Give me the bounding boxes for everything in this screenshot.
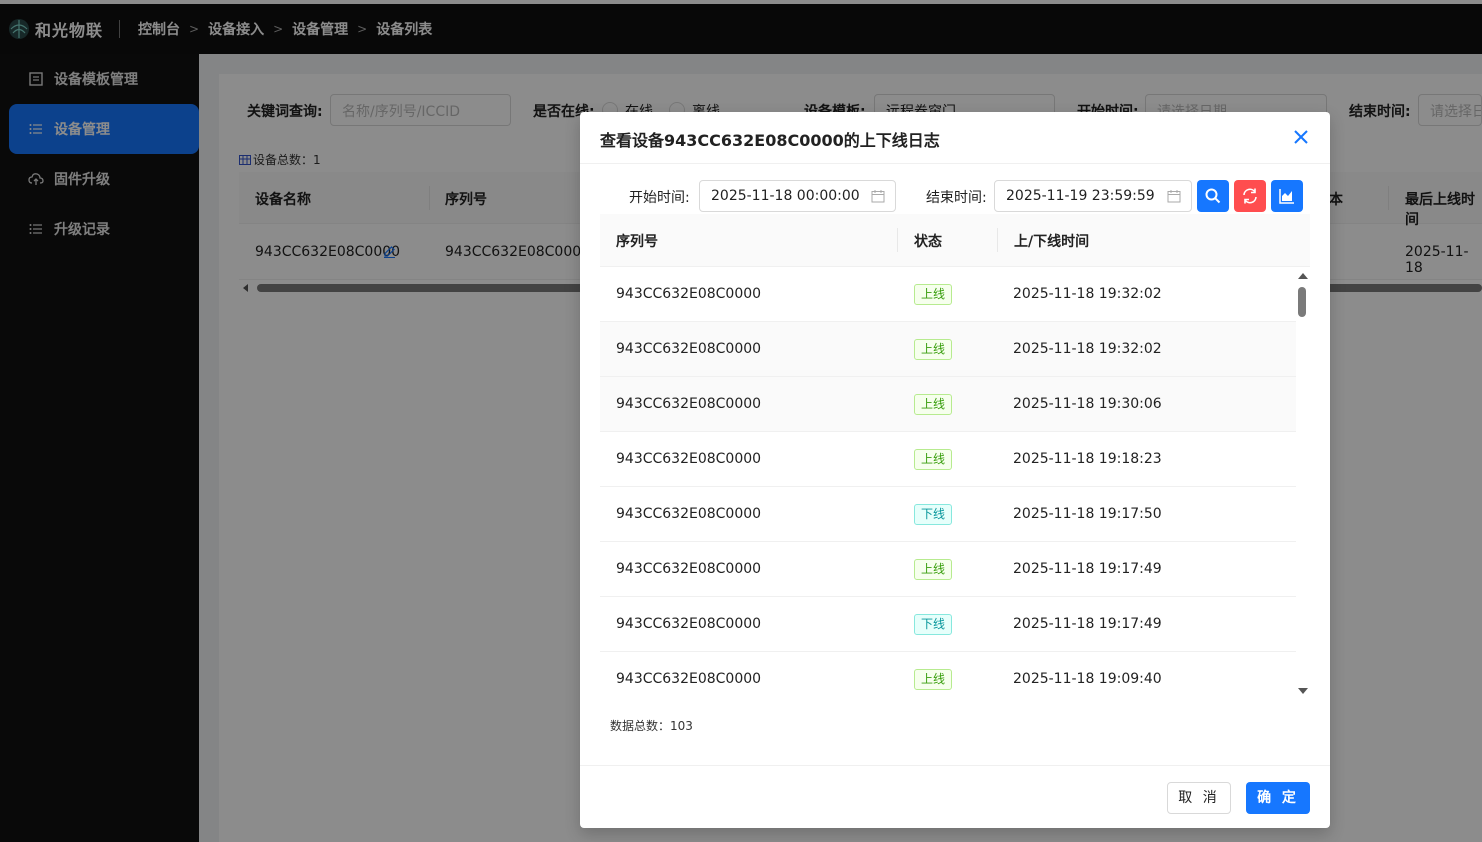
- end-time-picker[interactable]: 2025-11-19 23:59:59: [994, 180, 1192, 212]
- start-time-picker[interactable]: 2025-11-18 00:00:00: [699, 180, 896, 212]
- table-row[interactable]: 943CC632E08C0000 上线 2025-11-18 19:17:49: [600, 542, 1296, 597]
- online-log-modal: 查看设备943CC632E08C0000的上下线日志 开始时间: 2025-11…: [580, 112, 1330, 828]
- area-chart-icon: [1279, 189, 1294, 204]
- start-time-value: 2025-11-18 00:00:00: [711, 188, 860, 204]
- serial-cell: 943CC632E08C0000: [616, 286, 762, 302]
- table-row[interactable]: 943CC632E08C0000 上线 2025-11-18 19:18:23: [600, 432, 1296, 487]
- time-cell: 2025-11-18 19:32:02: [1013, 341, 1162, 357]
- column-divider: [897, 228, 898, 252]
- end-time-label: 结束时间:: [926, 190, 987, 206]
- table-row[interactable]: 943CC632E08C0000 下线 2025-11-18 19:17:50: [600, 487, 1296, 542]
- time-cell: 2025-11-18 19:17:50: [1013, 506, 1162, 522]
- close-icon[interactable]: [1290, 126, 1312, 148]
- scroll-down-arrow-icon[interactable]: [1298, 688, 1308, 694]
- log-table-body: 943CC632E08C0000 上线 2025-11-18 19:32:02 943…: [600, 267, 1296, 700]
- status-badge: 上线: [914, 669, 953, 690]
- log-table-header: 序列号 状态 上/下线时间: [600, 214, 1310, 267]
- scroll-up-arrow-icon[interactable]: [1298, 273, 1308, 279]
- time-cell: 2025-11-18 19:09:40: [1013, 671, 1162, 687]
- column-serial: 序列号: [616, 234, 658, 250]
- chart-button[interactable]: [1271, 180, 1303, 212]
- serial-cell: 943CC632E08C0000: [616, 451, 762, 467]
- serial-cell: 943CC632E08C0000: [616, 341, 762, 357]
- status-badge: 下线: [914, 614, 953, 635]
- modal-mask-top: [0, 0, 1482, 54]
- cancel-button[interactable]: 取 消: [1167, 782, 1231, 814]
- search-icon: [1205, 188, 1221, 204]
- modal-header: 查看设备943CC632E08C0000的上下线日志: [580, 112, 1330, 164]
- serial-cell: 943CC632E08C0000: [616, 616, 762, 632]
- table-row[interactable]: 943CC632E08C0000 上线 2025-11-18 19:32:02: [600, 267, 1296, 322]
- table-row[interactable]: 943CC632E08C0000 上线 2025-11-18 19:32:02: [600, 322, 1296, 377]
- time-cell: 2025-11-18 19:18:23: [1013, 451, 1162, 467]
- search-button[interactable]: [1197, 180, 1229, 212]
- column-divider: [997, 228, 998, 252]
- serial-cell: 943CC632E08C0000: [616, 396, 762, 412]
- refresh-icon: [1243, 188, 1257, 204]
- time-cell: 2025-11-18 19:17:49: [1013, 561, 1162, 577]
- log-table: 序列号 状态 上/下线时间 943CC632E08C0000 上线 2025-11-…: [600, 214, 1310, 700]
- time-cell: 2025-11-18 19:30:06: [1013, 396, 1162, 412]
- reset-button[interactable]: [1234, 180, 1266, 212]
- status-badge: 上线: [914, 284, 953, 305]
- serial-cell: 943CC632E08C0000: [616, 506, 762, 522]
- vertical-scrollbar[interactable]: [1296, 267, 1310, 700]
- log-total: 数据总数：103: [610, 719, 693, 733]
- table-row[interactable]: 943CC632E08C0000 上线 2025-11-18 19:09:40: [600, 652, 1296, 700]
- scrollbar-thumb[interactable]: [1298, 287, 1306, 317]
- ok-button[interactable]: 确 定: [1246, 782, 1310, 814]
- table-row[interactable]: 943CC632E08C0000 上线 2025-11-18 19:30:06: [600, 377, 1296, 432]
- serial-cell: 943CC632E08C0000: [616, 561, 762, 577]
- column-status: 状态: [914, 234, 942, 250]
- calendar-icon: [871, 190, 885, 203]
- column-time: 上/下线时间: [1014, 234, 1090, 250]
- modal-footer: 取 消 确 定: [580, 765, 1330, 828]
- calendar-icon: [1167, 190, 1181, 203]
- status-badge: 上线: [914, 339, 953, 360]
- end-time-value: 2025-11-19 23:59:59: [1006, 188, 1155, 204]
- status-badge: 上线: [914, 559, 953, 580]
- table-row[interactable]: 943CC632E08C0000 下线 2025-11-18 19:17:49: [600, 597, 1296, 652]
- status-badge: 下线: [914, 504, 953, 525]
- start-time-label: 开始时间:: [629, 190, 690, 206]
- modal-title: 查看设备943CC632E08C0000的上下线日志: [600, 131, 940, 150]
- time-cell: 2025-11-18 19:17:49: [1013, 616, 1162, 632]
- status-badge: 上线: [914, 449, 953, 470]
- serial-cell: 943CC632E08C0000: [616, 671, 762, 687]
- time-cell: 2025-11-18 19:32:02: [1013, 286, 1162, 302]
- status-badge: 上线: [914, 394, 953, 415]
